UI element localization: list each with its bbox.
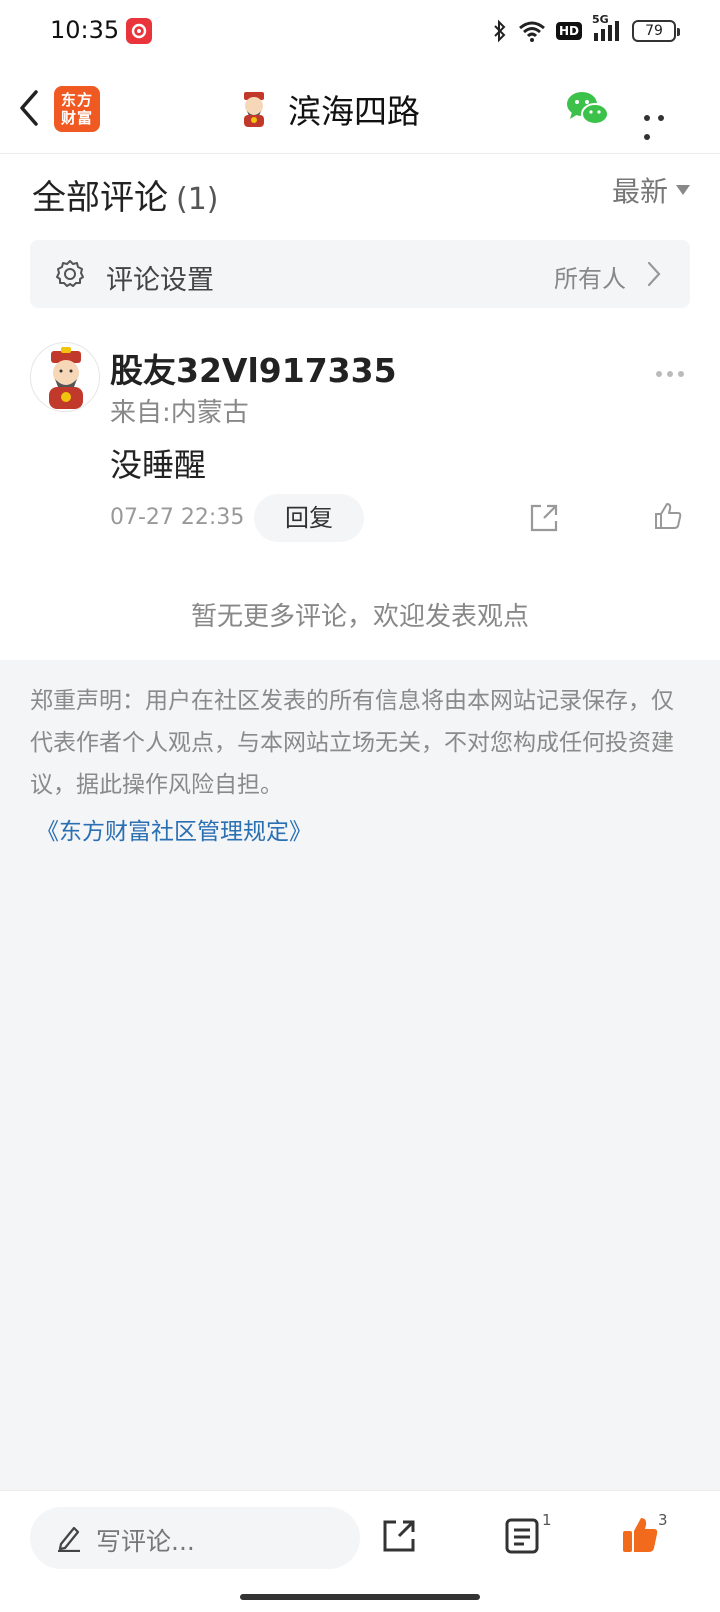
comment-count-badge: 1 bbox=[542, 1511, 552, 1529]
back-arrow-icon[interactable] bbox=[14, 86, 44, 130]
status-bar: 10:35 HD 5G 79 bbox=[0, 0, 720, 64]
share-icon[interactable] bbox=[528, 502, 560, 534]
comment-text: 没睡醒 bbox=[110, 446, 207, 484]
status-time: 10:35 bbox=[50, 16, 120, 44]
wechat-icon[interactable] bbox=[564, 88, 610, 130]
settings-label: 评论设置 bbox=[106, 265, 214, 296]
chevron-right-icon bbox=[647, 261, 661, 287]
signal-group: 5G bbox=[592, 13, 622, 43]
share-icon[interactable] bbox=[380, 1517, 418, 1555]
comment-more-icon[interactable] bbox=[656, 362, 696, 377]
community-rules-link[interactable]: 《东方财富社区管理规定》 bbox=[36, 812, 312, 846]
thumbs-up-filled-icon[interactable] bbox=[620, 1515, 660, 1555]
gear-icon bbox=[56, 260, 84, 287]
comment-settings-row[interactable]: 评论设置 所有人 bbox=[30, 240, 690, 308]
logo-line-1: 东方 bbox=[60, 91, 93, 109]
write-comment-placeholder: 写评论... bbox=[96, 1527, 195, 1556]
page-title: 滨海四路 bbox=[288, 92, 420, 131]
battery-indicator: 79 bbox=[632, 20, 680, 42]
wifi-icon bbox=[519, 21, 545, 42]
thumbs-up-icon[interactable] bbox=[652, 500, 684, 532]
comments-count: (1) bbox=[176, 182, 219, 217]
nav-bar: 东方 财富 滨海四路 bbox=[0, 64, 720, 154]
notification-app-icon bbox=[126, 18, 152, 44]
hd-badge: HD bbox=[555, 22, 582, 40]
reply-button[interactable]: 回复 bbox=[254, 494, 364, 542]
bluetooth-icon bbox=[494, 19, 506, 43]
like-count-badge: 3 bbox=[658, 1511, 668, 1529]
no-more-comments: 暂无更多评论，欢迎发表观点 bbox=[190, 602, 529, 632]
dropdown-triangle-icon bbox=[676, 185, 690, 195]
comment-location: 来自:内蒙古 bbox=[110, 398, 249, 428]
mascot-avatar-icon bbox=[244, 92, 264, 127]
write-comment-input[interactable]: 写评论... bbox=[30, 1507, 360, 1569]
pen-icon bbox=[58, 1526, 80, 1552]
comment-username[interactable]: 股友32Vl917335 bbox=[110, 344, 397, 392]
home-indicator bbox=[240, 1594, 480, 1600]
comments-header: 全部评论 (1) bbox=[32, 170, 219, 219]
sort-label: 最新 bbox=[611, 175, 668, 208]
comments-title: 全部评论 bbox=[32, 178, 168, 218]
comment-timestamp: 07-27 22:35 bbox=[110, 505, 245, 530]
network-type: 5G bbox=[592, 13, 609, 26]
sort-dropdown[interactable]: 最新 bbox=[612, 170, 690, 210]
nav-title-group: 滨海四路 bbox=[234, 84, 420, 134]
settings-value: 所有人 bbox=[554, 265, 626, 293]
disclaimer-text: 郑重声明：用户在社区发表的所有信息将由本网站记录保存，仅代表作者个人观点，与本网… bbox=[30, 688, 674, 798]
eastmoney-logo[interactable]: 东方 财富 bbox=[54, 86, 100, 132]
comment-list-icon[interactable] bbox=[504, 1517, 540, 1555]
status-icons: HD 5G 79 bbox=[492, 13, 680, 46]
logo-line-2: 财富 bbox=[60, 109, 93, 127]
more-options-icon[interactable] bbox=[644, 106, 684, 140]
user-avatar[interactable] bbox=[30, 342, 100, 412]
